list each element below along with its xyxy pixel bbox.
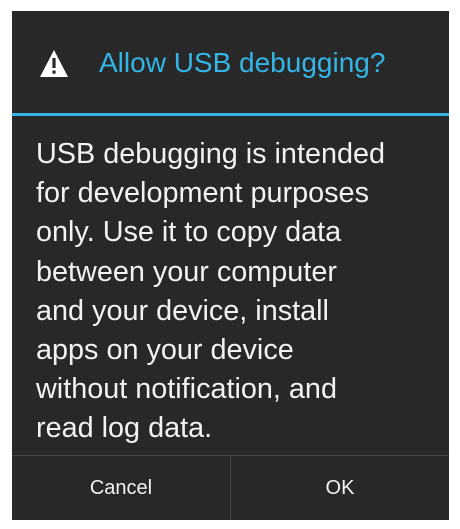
message-line: only. Use it to copy data — [36, 216, 342, 249]
message-line: and your device, install — [36, 294, 329, 327]
dialog-message: USB debugging is intended for developmen… — [36, 135, 441, 449]
message-line: read log data. — [36, 412, 213, 445]
dialog-title: Allow USB debugging? — [99, 47, 386, 78]
dialog-button-bar: Cancel OK — [12, 456, 449, 520]
message-line: USB debugging is intended — [36, 138, 386, 170]
usb-debugging-dialog: Allow USB debugging? USB debugging is in… — [12, 11, 449, 520]
ok-button[interactable]: OK — [231, 456, 449, 520]
message-line: apps on your device — [36, 334, 294, 367]
warning-icon — [40, 50, 68, 77]
cancel-button[interactable]: Cancel — [12, 456, 230, 520]
message-line: without notification, and — [36, 373, 337, 406]
dialog-title-bar: Allow USB debugging? — [12, 11, 449, 113]
message-line: for development purposes — [36, 177, 369, 210]
title-divider — [12, 113, 449, 116]
message-line: between your computer — [36, 255, 337, 288]
